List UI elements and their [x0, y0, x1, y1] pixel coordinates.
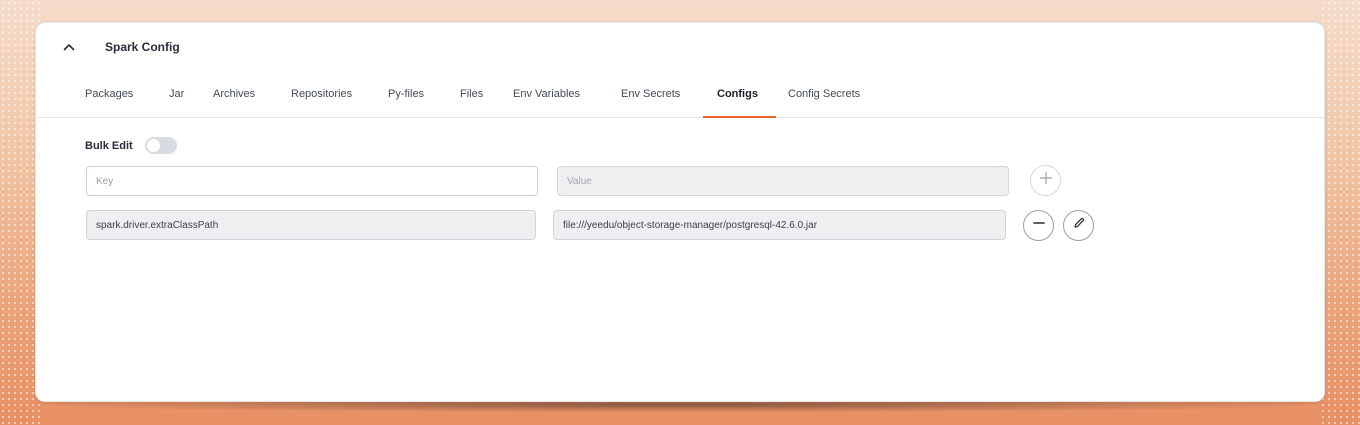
section-header: Spark Config	[62, 40, 180, 54]
background-dots-right	[1320, 0, 1360, 425]
tab-archives[interactable]: Archives	[213, 88, 255, 118]
chevron-up-icon[interactable]	[62, 40, 76, 54]
active-tab-indicator	[703, 116, 776, 118]
value-input[interactable]: Value	[557, 166, 1009, 196]
remove-config-button[interactable]	[1023, 210, 1054, 241]
pencil-icon	[1072, 216, 1086, 235]
minus-icon	[1032, 216, 1046, 235]
plus-icon	[1039, 171, 1053, 190]
bulk-edit-label: Bulk Edit	[85, 139, 133, 152]
section-title: Spark Config	[105, 40, 180, 54]
tab-env-secrets[interactable]: Env Secrets	[621, 88, 680, 118]
tab-env-variables[interactable]: Env Variables	[513, 88, 580, 118]
tab-jar[interactable]: Jar	[169, 88, 184, 118]
tab-bar: Packages Jar Archives Repositories Py-fi…	[36, 79, 1324, 118]
tab-configs[interactable]: Configs	[717, 88, 758, 118]
spark-config-card: Spark Config Packages Jar Archives Repos…	[35, 22, 1325, 402]
config-value-field[interactable]: file:///yeedu/object-storage-manager/pos…	[553, 210, 1006, 240]
background-dots-left	[0, 0, 40, 425]
tab-packages[interactable]: Packages	[85, 88, 133, 118]
tab-repositories[interactable]: Repositories	[291, 88, 352, 118]
tab-py-files[interactable]: Py-files	[388, 88, 424, 118]
config-key-field[interactable]: spark.driver.extraClassPath	[86, 210, 536, 240]
tab-files[interactable]: Files	[460, 88, 483, 118]
bulk-edit-toggle[interactable]	[144, 137, 177, 154]
bulk-edit-row: Bulk Edit	[85, 137, 177, 154]
edit-config-button[interactable]	[1063, 210, 1094, 241]
tab-config-secrets[interactable]: Config Secrets	[788, 88, 860, 118]
add-config-button[interactable]	[1030, 165, 1061, 196]
key-input[interactable]: Key	[86, 166, 538, 196]
